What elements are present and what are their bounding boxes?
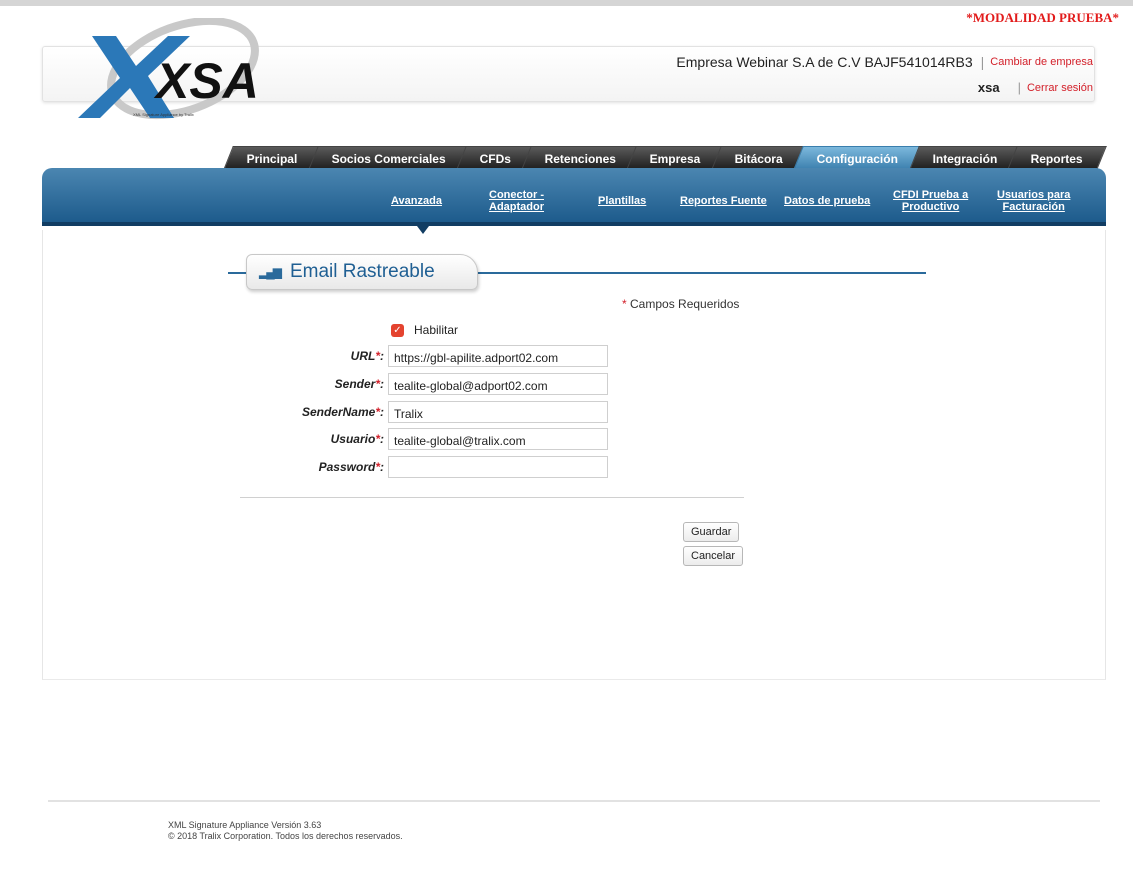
separator: |: [1017, 80, 1021, 95]
logout-link[interactable]: Cerrar sesión: [1027, 82, 1093, 94]
footer-rule: [48, 800, 1100, 802]
main-tabs: Principal Socios Comerciales CFDs Retenc…: [223, 146, 1108, 170]
url-input[interactable]: https://gbl-apilite.adport02.com: [388, 345, 608, 367]
usuario-row: Usuario*: tealite-global@tralix.com: [250, 428, 610, 450]
url-label: URL*:: [350, 349, 384, 363]
tab-reportes[interactable]: Reportes: [1007, 146, 1108, 170]
password-row: Password*:: [250, 456, 610, 478]
footer: XML Signature Appliance Versión 3.63 © 2…: [168, 820, 403, 842]
subnav-reportes-fuente[interactable]: Reportes Fuente: [680, 195, 767, 207]
current-user: xsa: [977, 80, 1000, 95]
subnav-datos-prueba[interactable]: Datos de prueba: [784, 195, 870, 207]
tab-retenciones[interactable]: Retenciones: [521, 146, 641, 170]
subnav-avanzada[interactable]: Avanzada: [391, 195, 442, 207]
usuario-label: Usuario*:: [330, 432, 384, 446]
sender-input[interactable]: tealite-global@adport02.com: [388, 373, 608, 395]
cancel-button[interactable]: Cancelar: [683, 546, 744, 566]
mode-banner: *MODALIDAD PRUEBA*: [966, 10, 1119, 25]
password-label: Password*:: [318, 460, 384, 474]
logo-text: XSA: [153, 53, 259, 109]
sender-row: Sender*: tealite-global@adport02.com: [250, 373, 610, 395]
tab-principal[interactable]: Principal: [223, 146, 322, 170]
subnav-cfdi-prueba-productivo[interactable]: CFDI Prueba a Productivo: [893, 189, 968, 213]
usuario-input[interactable]: tealite-global@tralix.com: [388, 428, 608, 450]
sub-navigation: Avanzada Conector - Adaptador Plantillas …: [42, 168, 1106, 226]
bars-icon: ▂▄▆: [259, 265, 282, 279]
password-input[interactable]: [388, 456, 608, 478]
logo-tagline: XML Signature Appliance by Tralix: [133, 112, 194, 117]
habilitar-checkbox[interactable]: ✓: [391, 323, 404, 337]
tab-configuracion[interactable]: Configuración: [793, 146, 923, 170]
section-header: ▂▄▆ Email Rastreable: [246, 254, 478, 290]
required-fields-note: * Campos Requeridos: [622, 297, 740, 311]
sendername-row: SenderName*: Tralix: [250, 401, 610, 423]
separator: |: [980, 54, 985, 70]
tab-integracion[interactable]: Integración: [908, 146, 1022, 170]
form-divider: [240, 497, 744, 498]
section-title: Email Rastreable: [289, 261, 435, 282]
footer-version: XML Signature Appliance Versión 3.63: [168, 820, 322, 830]
change-company-link[interactable]: Cambiar de empresa: [990, 56, 1093, 68]
tab-bitacora[interactable]: Bitácora: [711, 146, 808, 170]
tab-empresa[interactable]: Empresa: [626, 146, 726, 170]
xsa-logo: XSA XML Signature Appliance by Tralix: [78, 18, 259, 120]
sendername-input[interactable]: Tralix: [388, 401, 608, 423]
subnav-usuarios-facturacion[interactable]: Usuarios para Facturación: [997, 189, 1070, 213]
company-name: Empresa Webinar S.A de C.V BAJF541014RB3: [676, 54, 973, 70]
url-row: URL*: https://gbl-apilite.adport02.com: [250, 345, 610, 367]
sendername-label: SenderName*:: [301, 405, 384, 419]
footer-copyright: © 2018 Tralix Corporation. Todos los der…: [168, 831, 403, 841]
subnav-plantillas[interactable]: Plantillas: [598, 195, 646, 207]
habilitar-row: ✓ Habilitar: [391, 323, 458, 337]
sender-label: Sender*:: [334, 377, 384, 391]
content-area: [42, 230, 1106, 680]
save-button[interactable]: Guardar: [683, 522, 740, 542]
subnav-conector-adaptador[interactable]: Conector - Adaptador: [489, 189, 544, 213]
tab-socios-comerciales[interactable]: Socios Comerciales: [307, 146, 470, 170]
habilitar-label: Habilitar: [414, 323, 459, 337]
company-line: Empresa Webinar S.A de C.V BAJF541014RB3…: [676, 54, 1093, 70]
user-line: xsa | Cerrar sesión: [978, 80, 1093, 95]
